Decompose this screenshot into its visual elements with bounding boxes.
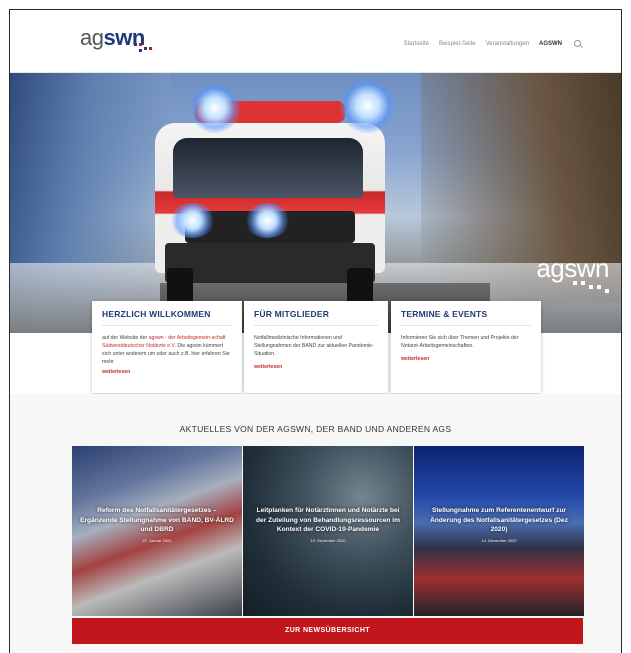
ambulance-wheel (347, 268, 373, 304)
news-tile-content: Reform des Notfallsanitätergesetzes – Er… (80, 506, 234, 543)
news-tile[interactable]: Leitplanken für Notärztinnen und Notärzt… (243, 446, 413, 616)
card-welcome: HERZLICH WILLKOMMEN auf der Website der … (92, 301, 242, 393)
news-tile-content: Leitplanken für Notärztinnen und Notärzt… (251, 506, 405, 543)
hero-logo: agswn (536, 253, 609, 283)
headlight (245, 203, 290, 238)
news-tile-title[interactable]: Stellungnahme zum Referentenentwurf zur … (422, 506, 576, 535)
search-icon[interactable] (574, 40, 581, 47)
card-title: FÜR MITGLIEDER (254, 309, 378, 326)
nav-item-startseite[interactable]: Startseite (404, 41, 429, 47)
read-more-link[interactable]: weiterlesen (401, 356, 531, 362)
news-tile-title[interactable]: Reform des Notfallsanitätergesetzes – Er… (80, 506, 234, 535)
news-section: AKTUELLES VON DER AGSWN, DER BAND UND AN… (10, 394, 621, 653)
nav-item-agswn[interactable]: AGSWN (539, 41, 562, 47)
ambulance-windshield (173, 138, 363, 198)
nav-item-beispiel-seite[interactable]: Beispiel-Seite (439, 41, 476, 47)
read-more-link[interactable]: weiterlesen (254, 364, 378, 370)
hero-image: agswn (10, 73, 621, 333)
news-tile[interactable]: Stellungnahme zum Referentenentwurf zur … (414, 446, 584, 616)
card-title: HERZLICH WILLKOMMEN (102, 309, 232, 326)
ambulance-bumper (165, 243, 375, 283)
siren-light (190, 83, 240, 133)
page-frame: agswn Startseite Beispiel-Seite Veransta… (9, 9, 622, 653)
news-tile-date: 27. Januar 2021 (142, 537, 172, 543)
news-tile-date: 14. Dezember 2020 (481, 537, 517, 543)
logo-dots-icon (134, 43, 154, 53)
card-members: FÜR MITGLIEDER Notfallmedizinische Infor… (244, 301, 388, 393)
nav-item-veranstaltungen[interactable]: Veranstaltungen (486, 41, 529, 47)
siren-light (340, 78, 395, 133)
main-nav: Startseite Beispiel-Seite Veranstaltunge… (404, 40, 581, 47)
news-tile-date: 19. Dezember 2020 (310, 537, 346, 543)
news-tile[interactable]: Reform des Notfallsanitätergesetzes – Er… (72, 446, 242, 616)
card-text: Notfallmedizinische Informationen und St… (254, 335, 374, 357)
card-events: TERMINE & EVENTS Informieren Sie sich üb… (391, 301, 541, 393)
news-tile-title[interactable]: Leitplanken für Notärztinnen und Notärzt… (251, 506, 405, 535)
hero-logo-dots-icon (573, 281, 613, 293)
ambulance-wheel (167, 268, 193, 304)
card-text: Informieren Sie sich über Themen und Pro… (401, 335, 519, 349)
headlight (170, 203, 215, 238)
card-title: TERMINE & EVENTS (401, 309, 531, 326)
logo-prefix: ag (80, 25, 104, 50)
news-overview-button[interactable]: ZUR NEWSÜBERSICHT (72, 618, 583, 644)
news-tile-content: Stellungnahme zum Referentenentwurf zur … (422, 506, 576, 543)
card-text-part: auf der Website der (102, 335, 149, 341)
card-text: auf der Website der agswn - der Arbeitsg… (102, 334, 232, 366)
news-heading: AKTUELLES VON DER AGSWN, DER BAND UND AN… (179, 424, 452, 434)
site-header: agswn Startseite Beispiel-Seite Veransta… (10, 10, 621, 73)
read-more-link[interactable]: weiterlesen (102, 369, 232, 375)
